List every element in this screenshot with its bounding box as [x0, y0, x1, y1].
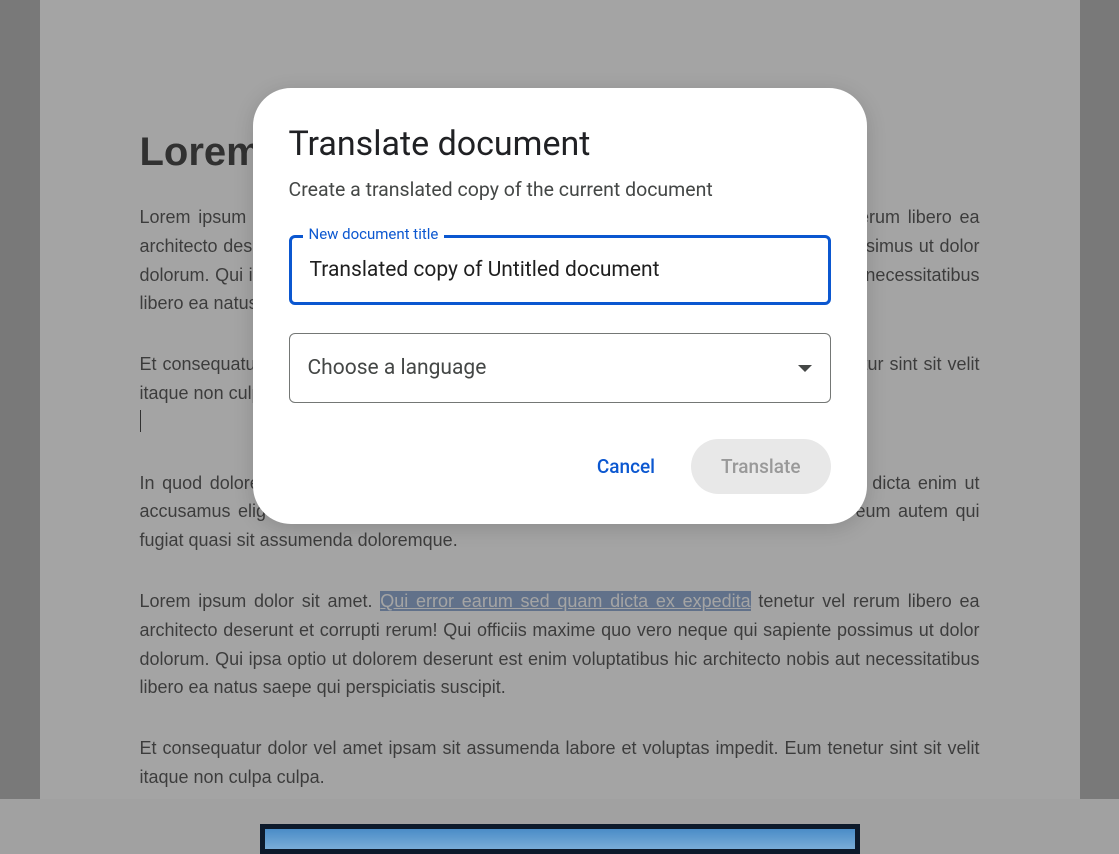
cancel-button[interactable]: Cancel [579, 441, 673, 492]
document-image[interactable] [260, 824, 860, 854]
translate-dialog: Translate document Create a translated c… [253, 88, 867, 524]
dialog-actions: Cancel Translate [289, 439, 831, 494]
new-document-title-input[interactable] [289, 235, 831, 305]
title-input-label: New document title [303, 225, 445, 243]
language-select-placeholder: Choose a language [308, 356, 487, 380]
dialog-title: Translate document [289, 124, 831, 164]
chevron-down-icon [798, 365, 812, 372]
dialog-subtitle: Create a translated copy of the current … [289, 178, 831, 201]
language-select[interactable]: Choose a language [289, 333, 831, 403]
translate-button[interactable]: Translate [691, 439, 830, 494]
title-input-wrapper: New document title [289, 235, 831, 305]
language-select-wrapper: Choose a language [289, 333, 831, 403]
modal-overlay: Translate document Create a translated c… [0, 0, 1119, 799]
